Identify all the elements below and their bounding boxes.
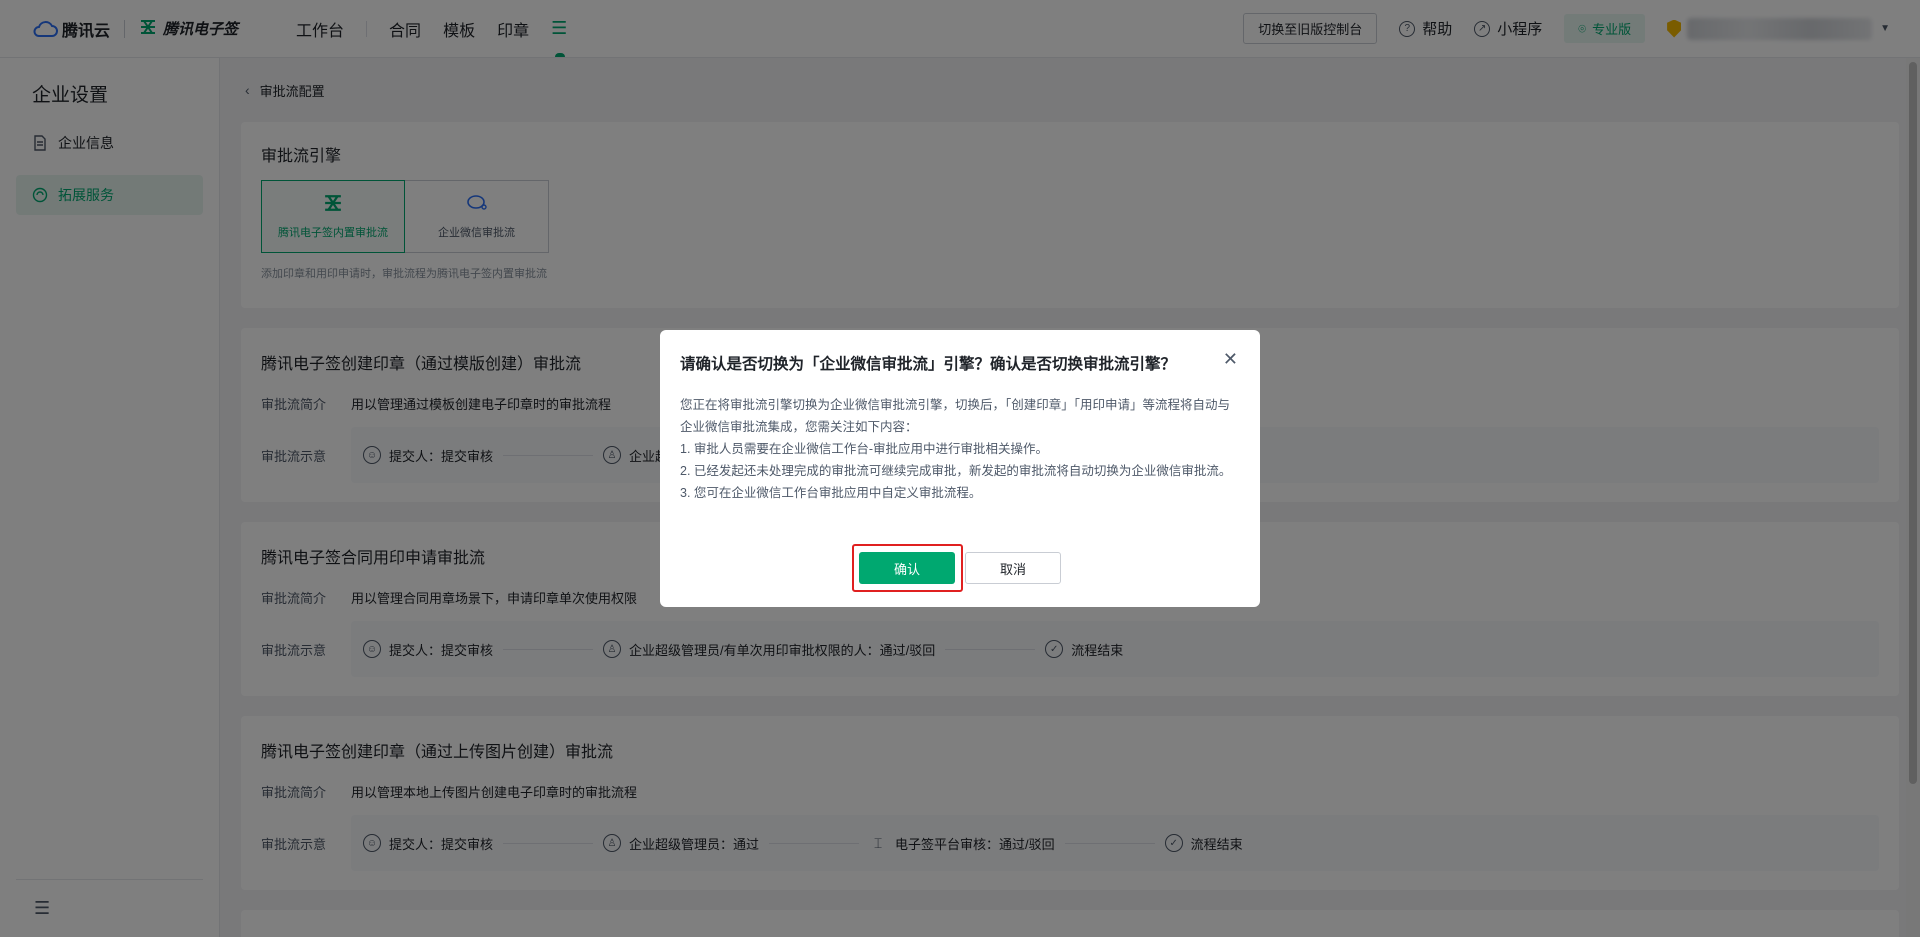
dialog-intro: 您正在将审批流引擎切换为企业微信审批流引擎，切换后，「创建印章」「用印申请」等流… xyxy=(680,398,1231,434)
close-icon[interactable]: ✕ xyxy=(1223,350,1238,368)
cancel-button[interactable]: 取消 xyxy=(965,552,1061,584)
dialog-body: 您正在将审批流引擎切换为企业微信审批流引擎，切换后，「创建印章」「用印申请」等流… xyxy=(680,394,1240,504)
dialog-actions: 确认 取消 xyxy=(660,544,1260,592)
dialog-point: 2. 已经发起还未处理完成的审批流可继续完成审批，新发起的审批流将自动切换为企业… xyxy=(680,464,1232,478)
switch-engine-dialog: 请确认是否切换为「企业微信审批流」引擎？确认是否切换审批流引擎？ ✕ 您正在将审… xyxy=(660,330,1260,607)
dialog-point: 1. 审批人员需要在企业微信工作台-审批应用中进行审批相关操作。 xyxy=(680,442,1049,456)
dialog-title: 请确认是否切换为「企业微信审批流」引擎？确认是否切换审批流引擎？ xyxy=(680,356,1177,373)
confirm-button[interactable]: 确认 xyxy=(852,544,963,592)
dialog-point: 3. 您可在企业微信工作台审批应用中自定义审批流程。 xyxy=(680,486,982,500)
